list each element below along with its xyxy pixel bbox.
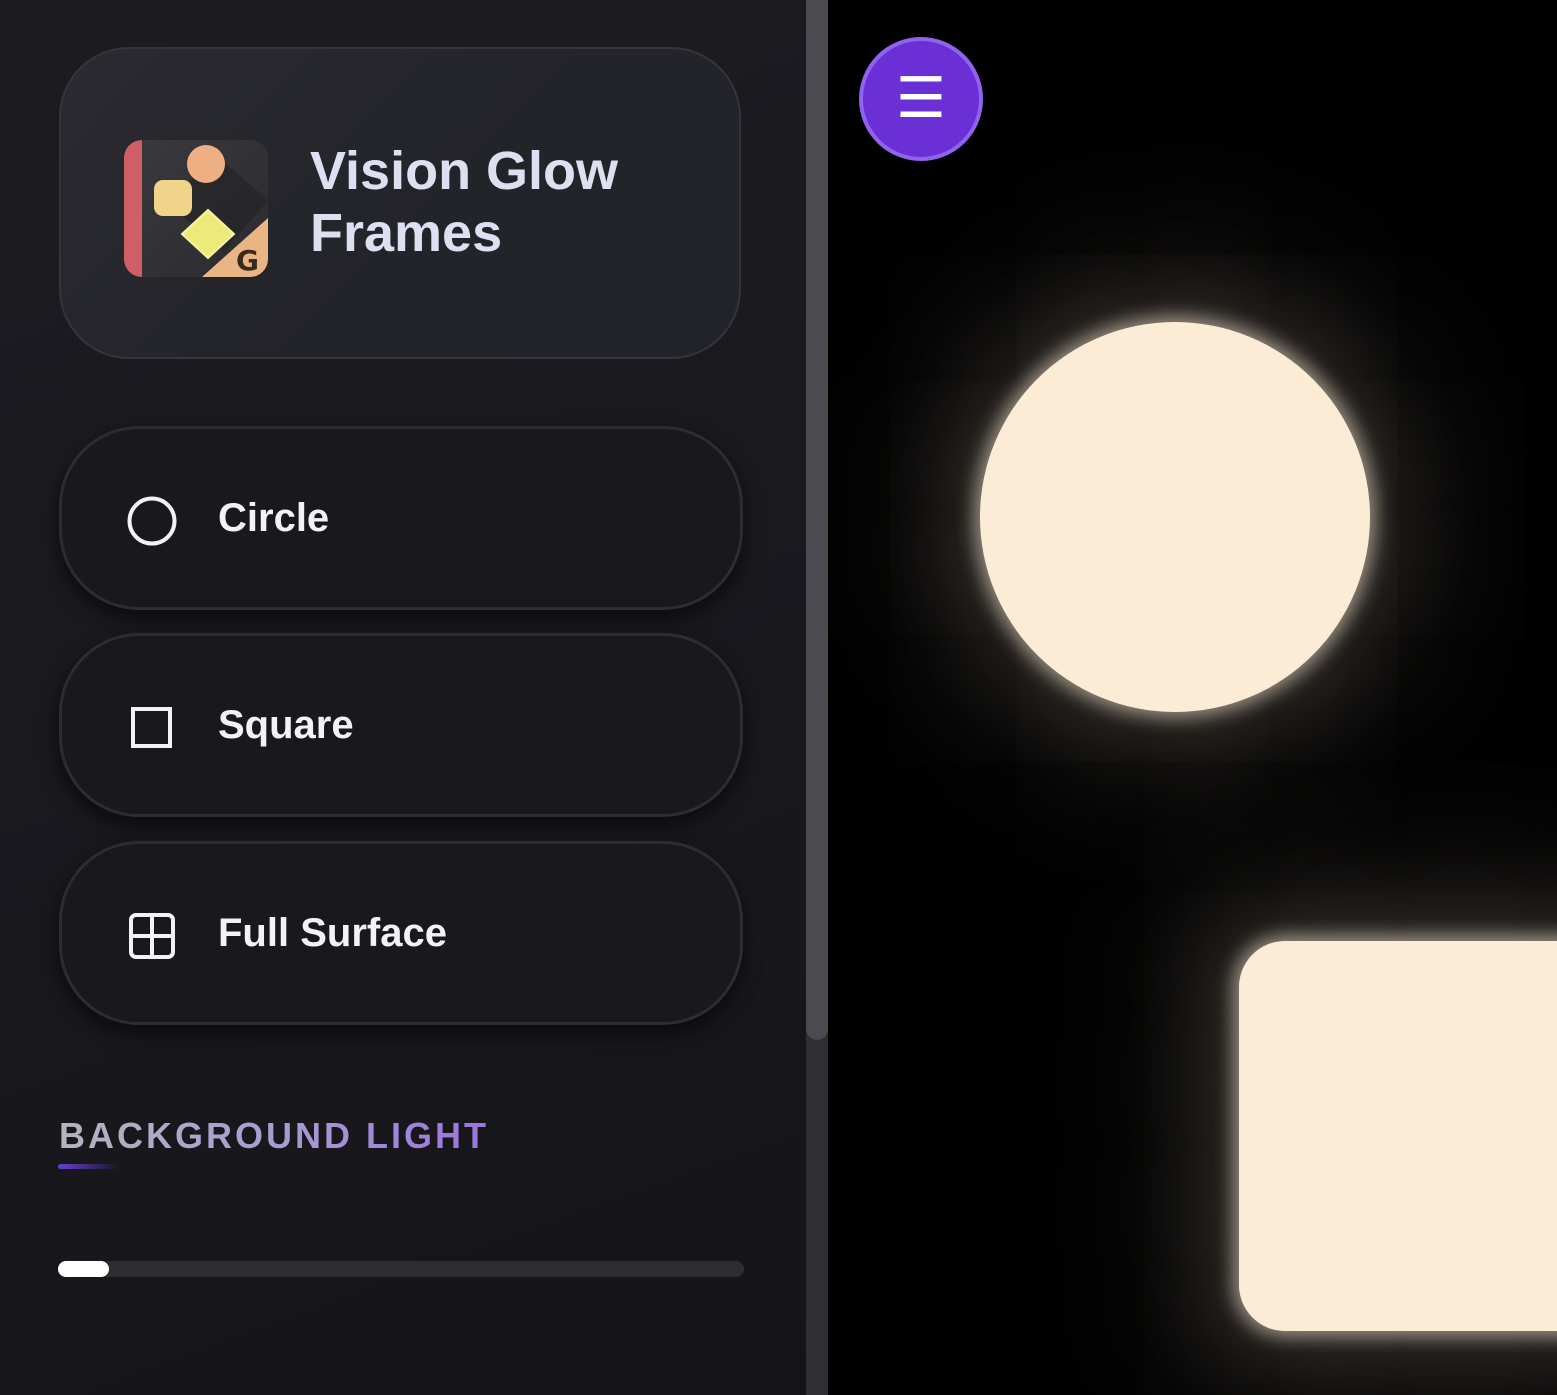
square-outline-icon xyxy=(126,702,178,754)
hamburger-menu-icon: ☰ xyxy=(895,66,947,129)
sidebar: G Vision Glow Frames Circle Square Full … xyxy=(0,0,806,1395)
svg-text:G: G xyxy=(236,244,259,277)
background-light-slider[interactable] xyxy=(58,1261,744,1277)
app-title: Vision Glow Frames xyxy=(310,141,619,263)
circle-mode-label: Circle xyxy=(218,496,330,540)
glow-circle-frame xyxy=(980,322,1370,712)
square-mode-button[interactable]: Square xyxy=(59,633,743,817)
background-light-slider-fill xyxy=(58,1261,110,1277)
full-surface-mode-button[interactable]: Full Surface xyxy=(59,841,743,1025)
glow-canvas xyxy=(828,0,1557,1395)
circle-outline-icon xyxy=(126,495,178,547)
grid-icon xyxy=(126,910,178,962)
circle-mode-button[interactable]: Circle xyxy=(59,426,743,610)
full-surface-mode-label: Full Surface xyxy=(218,911,447,955)
app-logo-icon: G xyxy=(124,140,268,277)
square-mode-label: Square xyxy=(218,703,354,747)
glow-square-frame xyxy=(1239,941,1557,1331)
background-light-heading: BACKGROUND LIGHT xyxy=(59,1115,489,1156)
menu-button[interactable]: ☰ xyxy=(859,37,983,161)
sidebar-scrollbar-thumb[interactable] xyxy=(806,0,828,1040)
heading-underline xyxy=(58,1164,120,1169)
